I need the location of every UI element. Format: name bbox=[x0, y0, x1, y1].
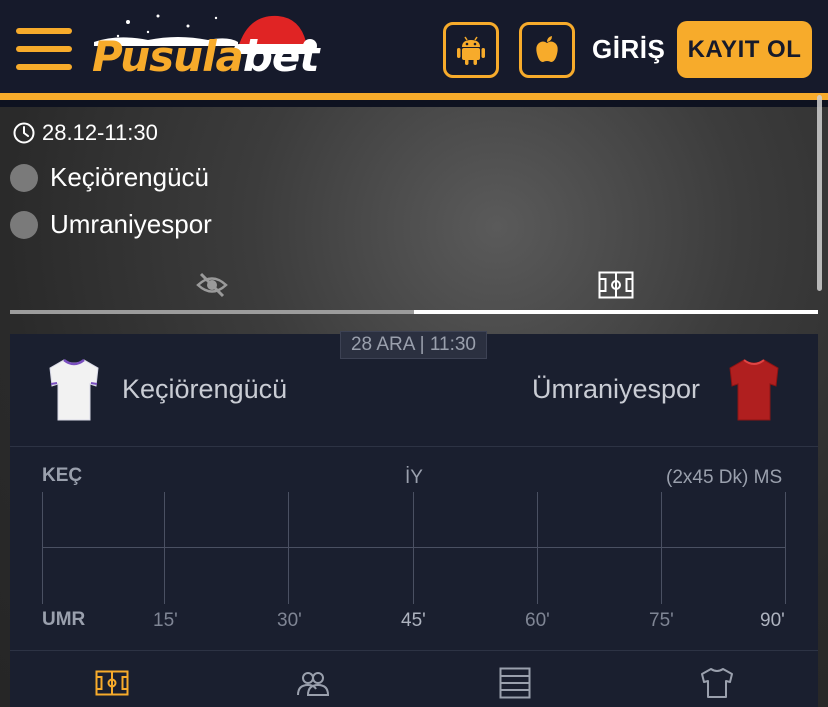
apple-icon bbox=[536, 36, 558, 62]
top-header: Pusulabet GİRİŞ KAYIT OL bbox=[0, 0, 828, 100]
tab-underline-active bbox=[414, 310, 818, 314]
timeline-tick: 45' bbox=[401, 610, 426, 631]
logo-wordmark: Pusulabet bbox=[92, 32, 319, 81]
android-icon bbox=[457, 36, 485, 65]
nav-jersey[interactable] bbox=[697, 663, 737, 703]
scoreboard-home-name: Keçiörengücü bbox=[122, 374, 288, 404]
half-time-label: İY bbox=[405, 467, 423, 488]
team-name-away: Umraniyespor bbox=[50, 209, 212, 239]
players-icon bbox=[297, 672, 330, 696]
home-short-label: KEÇ bbox=[42, 465, 83, 486]
scoreboard-away-name: Ümraniyespor bbox=[532, 374, 701, 404]
team-row-away: Umraniyespor bbox=[10, 209, 212, 240]
clock-icon bbox=[13, 122, 35, 144]
tab-hide[interactable] bbox=[10, 256, 414, 314]
nav-lineups[interactable] bbox=[293, 663, 333, 703]
nav-standings[interactable] bbox=[495, 663, 535, 703]
eye-off-icon bbox=[196, 272, 228, 298]
team-indicator bbox=[10, 163, 38, 192]
away-short-label: UMR bbox=[42, 609, 86, 630]
timeline-tick: 30' bbox=[277, 610, 302, 631]
field-icon bbox=[95, 670, 129, 696]
match-timeline bbox=[42, 492, 786, 604]
field-icon bbox=[598, 271, 634, 299]
android-app-button[interactable] bbox=[443, 22, 499, 78]
ios-app-button[interactable] bbox=[519, 22, 575, 78]
team-name-home: Keçiörengücü bbox=[50, 162, 209, 192]
match-datetime: 28.12-11:30 bbox=[42, 120, 158, 145]
team-indicator bbox=[10, 210, 38, 239]
nav-field[interactable] bbox=[92, 663, 132, 703]
site-logo[interactable]: Pusulabet bbox=[88, 8, 328, 88]
home-jersey-icon bbox=[49, 358, 99, 421]
tab-underline bbox=[10, 310, 414, 314]
divider bbox=[10, 446, 818, 447]
away-jersey-icon bbox=[729, 359, 779, 421]
login-link[interactable]: GİRİŞ bbox=[592, 34, 665, 65]
menu-icon[interactable] bbox=[16, 28, 72, 70]
jersey-icon bbox=[701, 668, 733, 698]
match-time: 28.12-11:30 bbox=[12, 120, 158, 146]
bottom-nav bbox=[10, 650, 818, 707]
timeline-tick: 60' bbox=[525, 610, 550, 631]
view-tabs bbox=[10, 256, 818, 314]
timeline-tick: 15' bbox=[153, 610, 178, 631]
timeline-tick: 75' bbox=[649, 610, 674, 631]
register-button[interactable]: KAYIT OL bbox=[677, 21, 812, 78]
team-row-home: Keçiörengücü bbox=[10, 162, 209, 193]
standings-icon bbox=[499, 667, 531, 699]
full-time-label: (2x45 Dk) MS bbox=[666, 467, 783, 488]
tab-field[interactable] bbox=[414, 256, 818, 314]
date-badge: 28 ARA | 11:30 bbox=[340, 331, 487, 359]
timeline-tick: 90' bbox=[760, 610, 785, 631]
